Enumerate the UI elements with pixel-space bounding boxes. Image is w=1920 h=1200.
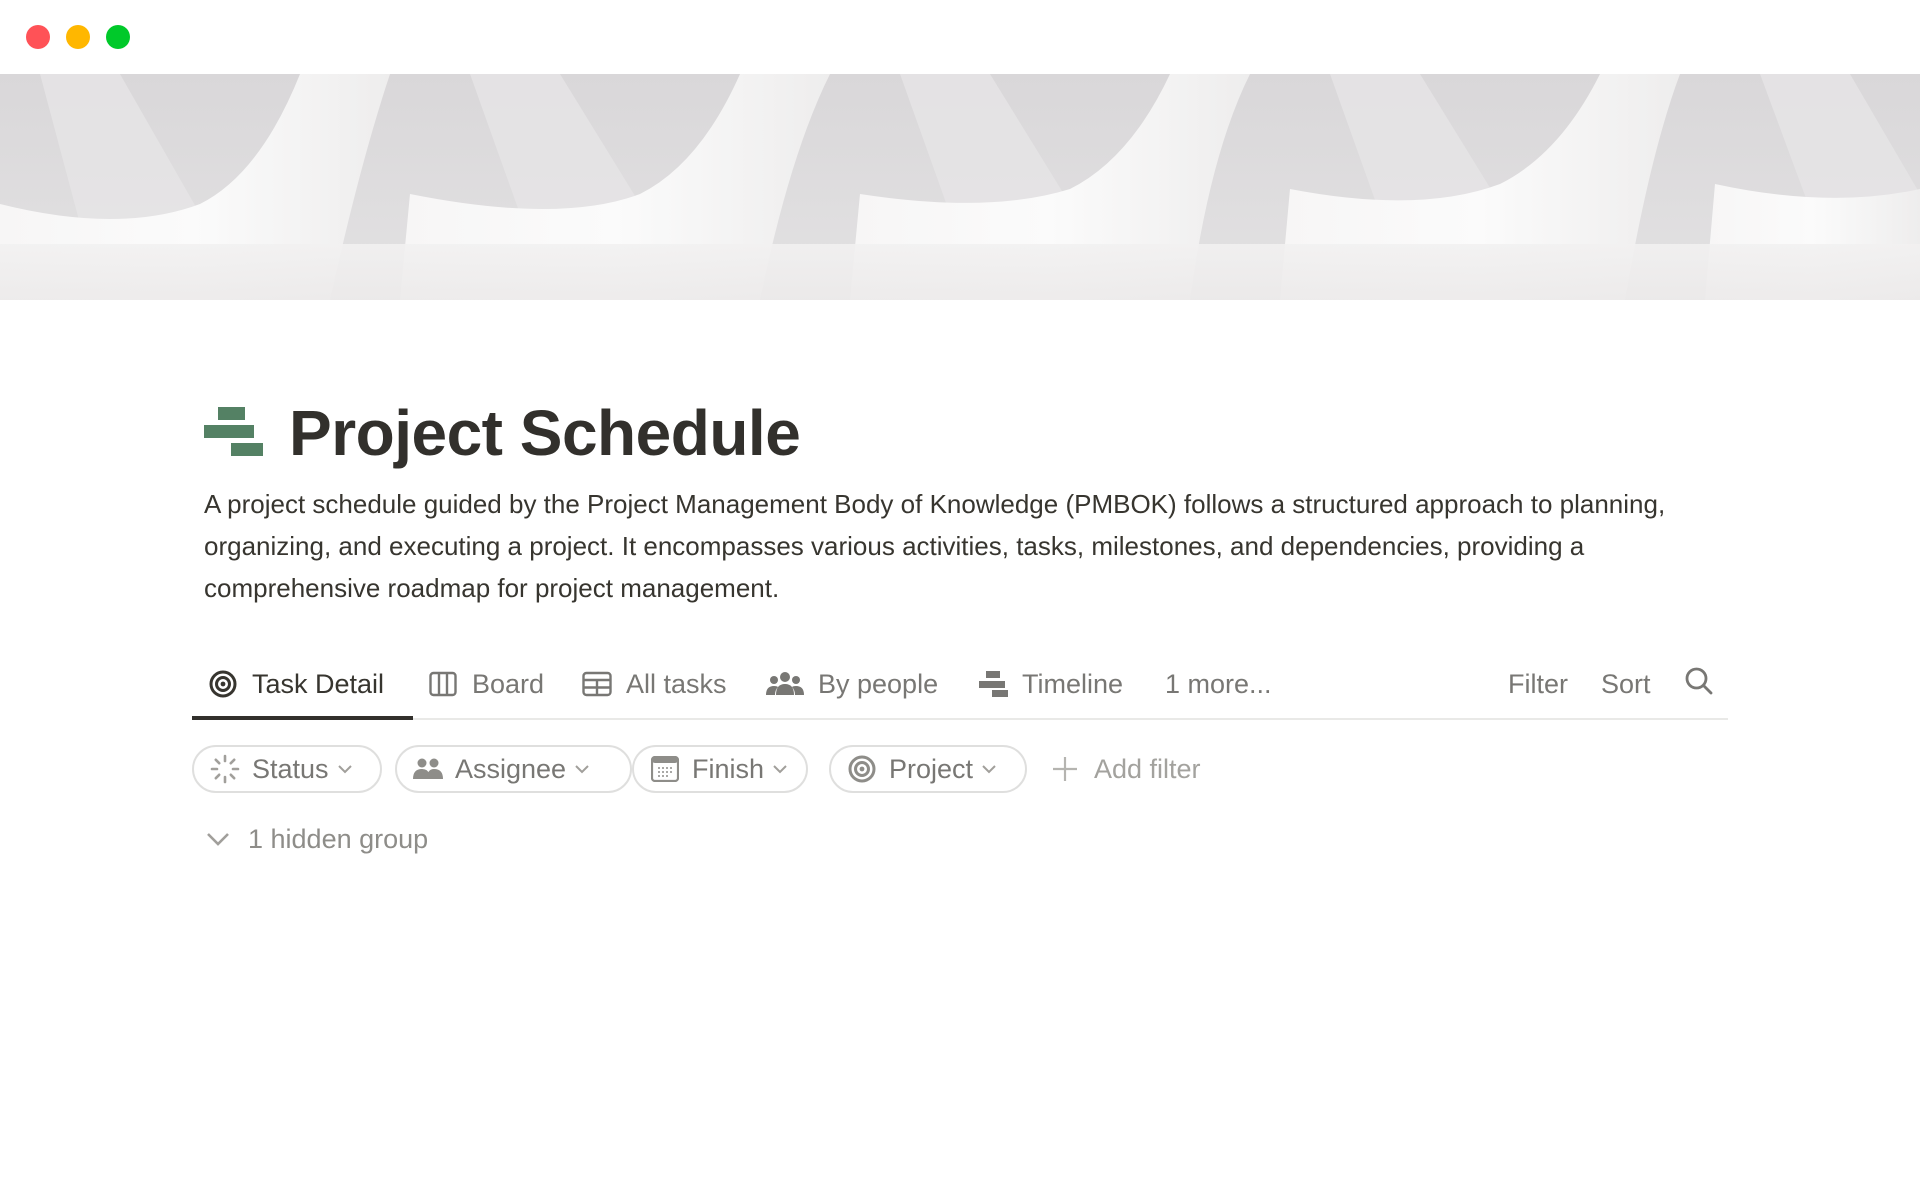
chevron-down-icon: [337, 764, 353, 774]
tab-task-detail[interactable]: Task Detail: [208, 662, 384, 706]
filter-chip-label: Assignee: [455, 753, 567, 784]
tab-label: By people: [818, 668, 939, 699]
calendar-icon: [650, 754, 680, 784]
people-icon: [766, 669, 804, 699]
search-button[interactable]: [1684, 662, 1714, 706]
tab-label: Timeline: [1022, 668, 1124, 699]
filter-chip-label: Project: [889, 753, 974, 784]
target-icon: [847, 754, 877, 784]
hidden-group-toggle[interactable]: 1 hidden group: [204, 818, 428, 860]
hidden-group-label: 1 hidden group: [248, 823, 429, 854]
chevron-down-icon: [204, 825, 232, 853]
tab-more-views[interactable]: 1 more...: [1165, 662, 1272, 706]
page-icon-bar: [231, 443, 263, 456]
tab-by-people[interactable]: By people: [766, 662, 938, 706]
board-columns-icon: [428, 669, 458, 699]
search-icon: [1684, 666, 1714, 703]
filter-chip-status[interactable]: Status: [192, 745, 382, 793]
people-icon: [413, 754, 443, 784]
timeline-icon: [978, 669, 1008, 699]
filter-chip-assignee[interactable]: Assignee: [395, 745, 632, 793]
status-spinner-icon: [210, 754, 240, 784]
view-tabs-bar: Task Detail Board All tasks By people Ti…: [192, 652, 1728, 720]
chevron-down-icon: [981, 764, 997, 774]
window-close-button[interactable]: [26, 25, 50, 49]
chevron-down-icon: [772, 764, 788, 774]
filter-chip-project[interactable]: Project: [829, 745, 1027, 793]
window-minimize-button[interactable]: [66, 25, 90, 49]
tab-all-tasks[interactable]: All tasks: [582, 662, 727, 706]
page-title[interactable]: Project Schedule: [289, 393, 801, 473]
target-icon: [208, 669, 238, 699]
tab-board[interactable]: Board: [428, 662, 544, 706]
filter-chip-label: Status: [252, 753, 329, 784]
chevron-down-icon: [574, 764, 590, 774]
tab-timeline[interactable]: Timeline: [978, 662, 1123, 706]
page-cover-image: [0, 74, 1920, 300]
add-filter-button[interactable]: Add filter: [1050, 745, 1201, 793]
page-description[interactable]: A project schedule guided by the Project…: [204, 483, 1744, 609]
page-icon-timeline-bars[interactable]: [204, 407, 264, 457]
page-icon-bar: [204, 425, 254, 438]
tab-label: Task Detail: [252, 668, 385, 699]
tab-more-label: 1 more...: [1165, 668, 1272, 699]
tab-label: All tasks: [626, 668, 727, 699]
window-maximize-button[interactable]: [106, 25, 130, 49]
active-tab-indicator: [192, 716, 413, 720]
sort-button[interactable]: Sort: [1601, 662, 1651, 706]
filter-chip-finish[interactable]: Finish: [632, 745, 808, 793]
plus-icon: [1050, 754, 1080, 784]
page-icon-bar: [218, 407, 245, 420]
tab-label: Board: [472, 668, 545, 699]
window-titlebar: [0, 0, 1920, 74]
table-icon: [582, 669, 612, 699]
filter-chip-label: Finish: [691, 753, 764, 784]
add-filter-label: Add filter: [1094, 753, 1201, 784]
filter-button[interactable]: Filter: [1508, 662, 1568, 706]
